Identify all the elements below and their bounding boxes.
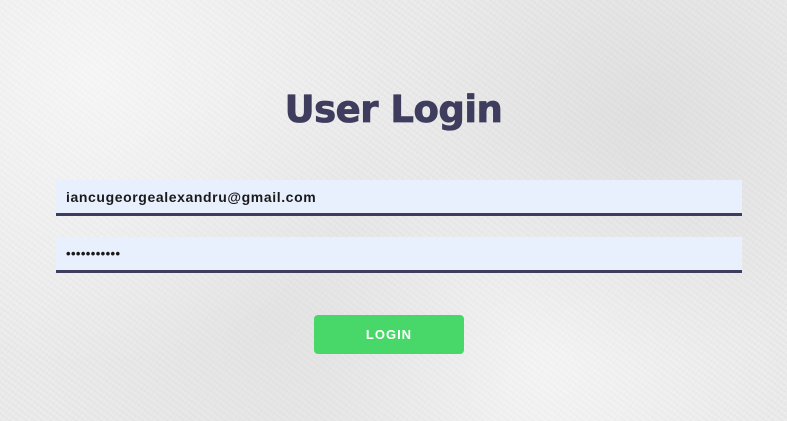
login-button[interactable]: LOGIN bbox=[314, 315, 464, 354]
password-field[interactable]: ••••••••••• bbox=[56, 237, 742, 273]
login-form: User Login iancugeorgealexandru@gmail.co… bbox=[0, 0, 787, 421]
page-title: User Login bbox=[284, 88, 503, 132]
email-field[interactable]: iancugeorgealexandru@gmail.com bbox=[56, 180, 742, 216]
